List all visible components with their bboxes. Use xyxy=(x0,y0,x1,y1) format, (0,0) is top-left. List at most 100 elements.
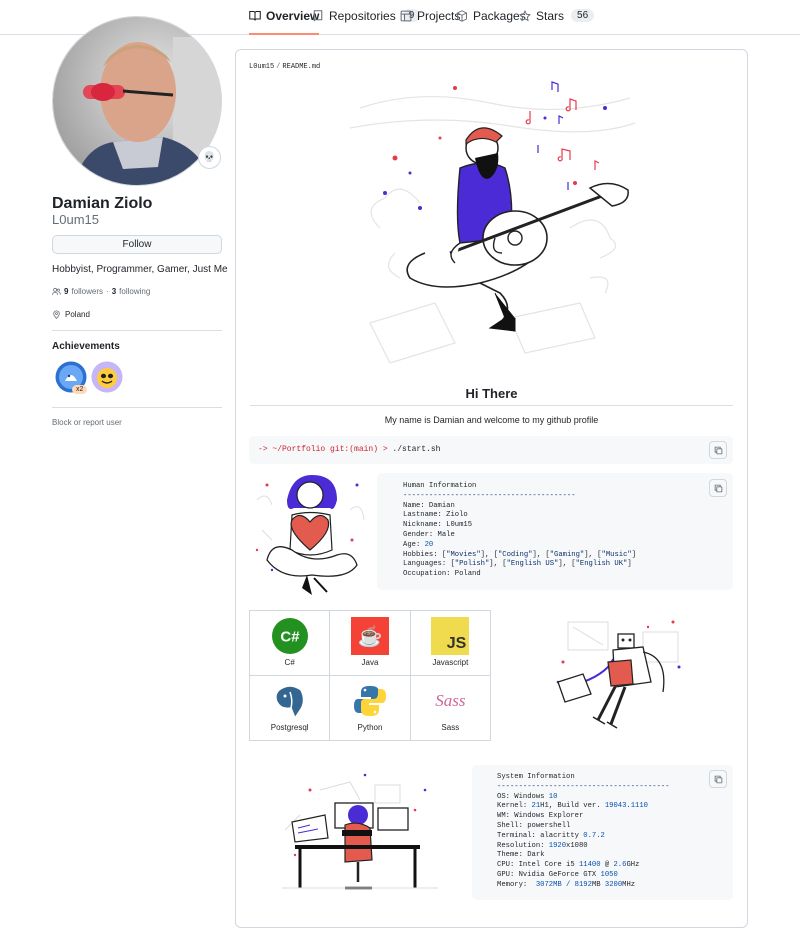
followers-label[interactable]: followers xyxy=(71,287,103,296)
info-key: Terminal: alacritty xyxy=(497,831,584,840)
skull-icon: 💀 xyxy=(203,152,216,163)
robot-reading-illustration xyxy=(556,620,681,729)
profile-bio: Hobbyist, Programmer, Gamer, Just Me xyxy=(52,264,228,275)
info-value: MB / xyxy=(553,880,575,889)
info-key: Kernel: xyxy=(497,802,532,811)
copy-button[interactable] xyxy=(709,441,727,459)
followers-count[interactable]: 9 xyxy=(64,287,68,296)
tab-stars[interactable]: Stars 56 xyxy=(519,9,595,35)
star-icon xyxy=(519,10,531,22)
profile-fullname: Damian Ziolo xyxy=(52,195,153,212)
desk-workspace-illustration xyxy=(282,773,438,890)
guitarist-illustration xyxy=(349,81,636,364)
info-key: Gender: xyxy=(403,530,438,539)
js-logo-text: JS xyxy=(446,635,467,652)
info-key: Occupation: xyxy=(403,570,455,579)
info-line: Shell: powershell xyxy=(497,821,571,830)
info-key: Name: xyxy=(403,501,429,510)
sass-logo: Sass xyxy=(431,682,469,720)
follow-button[interactable]: Follow xyxy=(52,235,222,254)
skill-cell: Postgresql xyxy=(248,675,331,741)
achievement-badge-quickdraw[interactable] xyxy=(91,361,123,393)
info-rule: ---------------------------------------- xyxy=(497,782,670,791)
tab-packages[interactable]: Packages xyxy=(456,9,526,35)
info-value: 10 xyxy=(548,792,558,801)
csharp-logo: C# xyxy=(271,617,309,655)
status-emoji-button[interactable]: 💀 xyxy=(198,146,221,169)
info-value: Damian xyxy=(428,501,455,510)
command-prompt: -> ~/Portfolio git:(main) > xyxy=(258,445,388,454)
book-icon xyxy=(249,10,261,21)
block-report-link[interactable]: Block or report user xyxy=(52,418,122,427)
skill-cell: C# C# xyxy=(248,610,331,676)
skill-name: C# xyxy=(284,658,295,667)
following-label[interactable]: following xyxy=(119,287,150,296)
sass-logo-text: Sass xyxy=(435,691,466,710)
table-icon xyxy=(400,10,412,22)
info-key: OS: Windows xyxy=(497,792,549,801)
info-value: 20 xyxy=(424,540,434,549)
info-value: 8192 xyxy=(574,880,592,889)
info-value: 21 xyxy=(531,802,541,811)
tab-projects[interactable]: Projects xyxy=(400,9,460,35)
postgresql-logo xyxy=(271,682,309,720)
info-value: "English UK" xyxy=(575,560,628,569)
profile-login: L0um15 xyxy=(52,212,99,227)
info-key: @ xyxy=(600,861,614,870)
info-value: 3072 xyxy=(535,880,554,889)
location: Poland xyxy=(52,310,90,319)
tab-label: Packages xyxy=(473,9,526,23)
location-text: Poland xyxy=(65,310,90,319)
info-key: Languages: xyxy=(403,560,451,569)
info-value: L0um15 xyxy=(446,521,473,530)
info-value: "English US" xyxy=(506,560,559,569)
skill-name: Javascript xyxy=(432,658,469,667)
skill-cell: Python xyxy=(329,675,411,741)
info-key: Nickname: xyxy=(403,521,447,530)
tab-overview[interactable]: Overview xyxy=(249,9,320,35)
info-line: Theme: Dark xyxy=(497,851,545,860)
info-key: Memory: xyxy=(497,880,536,889)
skill-name: Sass xyxy=(441,723,460,732)
info-key: GPU: Nvidia GeForce GTX xyxy=(497,870,601,879)
readme-path: L0um15/README.md xyxy=(249,63,320,71)
dot-separator: · xyxy=(106,287,109,296)
readme-heading: Hi There xyxy=(465,386,518,401)
python-logo xyxy=(351,682,389,720)
skill-cell: JS Javascript xyxy=(409,610,492,676)
avatar[interactable] xyxy=(52,16,222,186)
info-value: 2.6 xyxy=(613,861,627,870)
info-value: Male xyxy=(437,530,455,539)
java-logo: ☕ xyxy=(350,617,389,655)
skill-name: Postgresql xyxy=(270,723,309,732)
info-key: Lastname: xyxy=(403,511,447,520)
skills-table: C# C# ☕ Java JS Javascript Postgresql Py… xyxy=(248,610,492,741)
location-icon xyxy=(53,310,60,319)
people-icon xyxy=(52,287,61,295)
heading-underline xyxy=(250,405,733,406)
human-info-text: Human Information ----------------------… xyxy=(403,482,637,579)
readme-owner-link[interactable]: L0um15 xyxy=(249,63,274,71)
info-value: Ziolo xyxy=(446,511,468,520)
copy-icon xyxy=(714,775,722,783)
info-value: 11400 xyxy=(578,861,601,870)
copy-button[interactable] xyxy=(709,770,727,788)
divider xyxy=(52,407,222,408)
repo-icon xyxy=(313,10,323,22)
info-value: "Gaming" xyxy=(549,550,585,559)
tab-label: Repositories xyxy=(329,9,396,23)
skill-name: Java xyxy=(361,658,379,667)
info-value: 0.7.2 xyxy=(583,831,605,840)
javascript-logo: JS xyxy=(431,617,470,655)
info-key: H1, Build ver. xyxy=(540,802,605,811)
following-count[interactable]: 3 xyxy=(112,287,116,296)
copy-button[interactable] xyxy=(709,479,727,497)
copy-icon xyxy=(714,446,722,454)
readme-file-link[interactable]: README.md xyxy=(282,63,320,71)
skill-name: Python xyxy=(357,723,383,732)
info-value: Poland xyxy=(454,570,481,579)
skill-cell: ☕ Java xyxy=(329,610,411,676)
package-icon xyxy=(457,10,467,22)
csharp-logo-text: C# xyxy=(280,629,300,646)
divider xyxy=(52,330,222,331)
